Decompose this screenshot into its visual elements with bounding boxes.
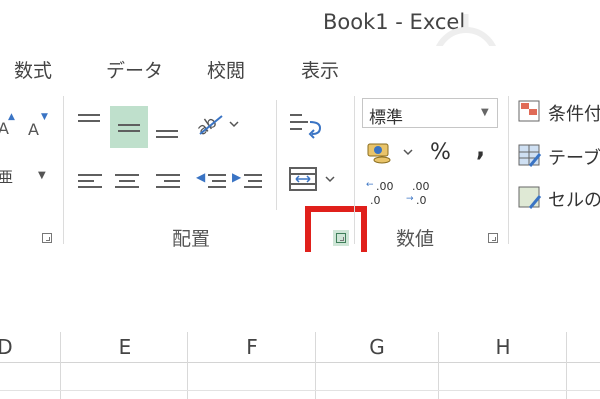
conditional-formatting-label: 条件付 [548, 104, 600, 125]
grid-line [566, 362, 567, 399]
decrease-decimal-top: .00 [412, 180, 430, 193]
table-format-icon [518, 144, 542, 167]
currency-icon [367, 143, 413, 164]
grid-line [0, 390, 600, 391]
arrow-right-icon: ▶ [232, 170, 242, 184]
grow-font-button[interactable]: A ▲ [0, 112, 22, 142]
ribbon-tab-bar: 数式 データ 校閲 表示 [0, 46, 600, 90]
column-header-g[interactable]: G [362, 335, 392, 359]
align-right-button[interactable] [150, 166, 184, 196]
comma-style-button[interactable]: , [476, 134, 485, 162]
orientation-button[interactable]: ab [193, 108, 246, 139]
conditional-formatting-button[interactable]: 条件付 [518, 96, 600, 126]
decrease-decimal-bottom: .0 [416, 194, 427, 207]
font-dialog-launcher-icon[interactable] [42, 233, 52, 243]
decrease-decimal-button[interactable]: .00 → .0 [406, 180, 440, 210]
format-as-table-button[interactable]: テーブ [518, 140, 600, 170]
furigana-button[interactable]: 亜 ▼ [0, 166, 52, 196]
increase-decimal-top: .00 [376, 180, 394, 193]
align-middle-button[interactable] [110, 106, 148, 148]
grid-line [187, 362, 188, 399]
cell-styles-label: セルの [548, 190, 600, 211]
shrink-font-button[interactable]: A ▼ [26, 112, 56, 142]
align-center-button[interactable] [110, 166, 144, 196]
chevron-down-icon: ▼ [481, 107, 489, 118]
cell-styles-button[interactable]: セルの [518, 182, 600, 212]
chevron-down-icon: ▼ [38, 170, 46, 181]
svg-text:ab: ab [194, 112, 220, 138]
format-as-table-label: テーブ [548, 148, 600, 169]
tab-review[interactable]: 校閲 [207, 56, 245, 83]
accounting-format-button[interactable] [366, 138, 418, 168]
align-left-button[interactable] [72, 166, 106, 196]
group-separator [276, 100, 277, 210]
number-format-value: 標準 [369, 108, 403, 128]
arrow-left-icon: ◀ [196, 170, 206, 184]
column-header-row: D E F G H [0, 332, 600, 363]
worksheet-grid: D E F G H [0, 332, 600, 399]
column-header-h[interactable]: H [488, 335, 518, 359]
title-bar: Book1 - Excel [0, 0, 600, 93]
arrow-left-icon: ← [366, 180, 374, 190]
wrap-text-button[interactable] [286, 110, 324, 144]
number-group-label: 数値 [396, 228, 435, 250]
alignment-dialog-launcher-button[interactable] [333, 230, 349, 246]
align-top-button[interactable] [72, 106, 106, 136]
tab-formulas[interactable]: 数式 [14, 56, 52, 83]
grid-line [438, 362, 439, 399]
group-separator [354, 96, 355, 244]
column-header-f[interactable]: F [237, 335, 267, 359]
caret-down-icon: ▼ [41, 112, 48, 122]
grid-line [60, 362, 61, 399]
percent-style-button[interactable]: % [430, 140, 451, 165]
column-header-d[interactable]: D [0, 335, 20, 359]
shrink-font-label: A [28, 120, 39, 139]
number-dialog-launcher-icon[interactable] [488, 233, 498, 243]
increase-decimal-bottom: .0 [370, 194, 381, 207]
column-header-e[interactable]: E [110, 335, 140, 359]
formula-bar-area [0, 252, 600, 333]
group-separator [63, 96, 64, 244]
increase-indent-button[interactable]: ▶ [232, 166, 266, 196]
cell-styles-icon [518, 186, 542, 209]
align-bottom-button[interactable] [150, 106, 184, 148]
grid-line [315, 362, 316, 399]
increase-decimal-button[interactable]: ← .00 .0 [366, 180, 400, 210]
merge-center-icon [289, 167, 335, 191]
arrow-right-icon: → [406, 194, 414, 204]
dialog-launcher-icon [336, 233, 346, 243]
caret-up-icon: ▲ [8, 112, 15, 122]
furigana-label: 亜 [0, 168, 14, 186]
alignment-group-label: 配置 [172, 228, 211, 250]
ribbon: A ▲ A ▼ 亜 ▼ ab ◀ ▶ 配置 標準 ▼ % , ← .00 .0 … [0, 90, 600, 268]
decrease-indent-button[interactable]: ◀ [196, 166, 230, 196]
number-format-select[interactable]: 標準 ▼ [362, 98, 498, 128]
tab-data[interactable]: データ [106, 56, 163, 83]
conditional-format-icon [518, 100, 540, 122]
group-separator [508, 96, 509, 244]
merge-center-button[interactable] [286, 164, 340, 198]
wrap-text-icon [290, 114, 322, 139]
orientation-icon: ab [193, 112, 239, 139]
tab-view[interactable]: 表示 [301, 56, 339, 83]
